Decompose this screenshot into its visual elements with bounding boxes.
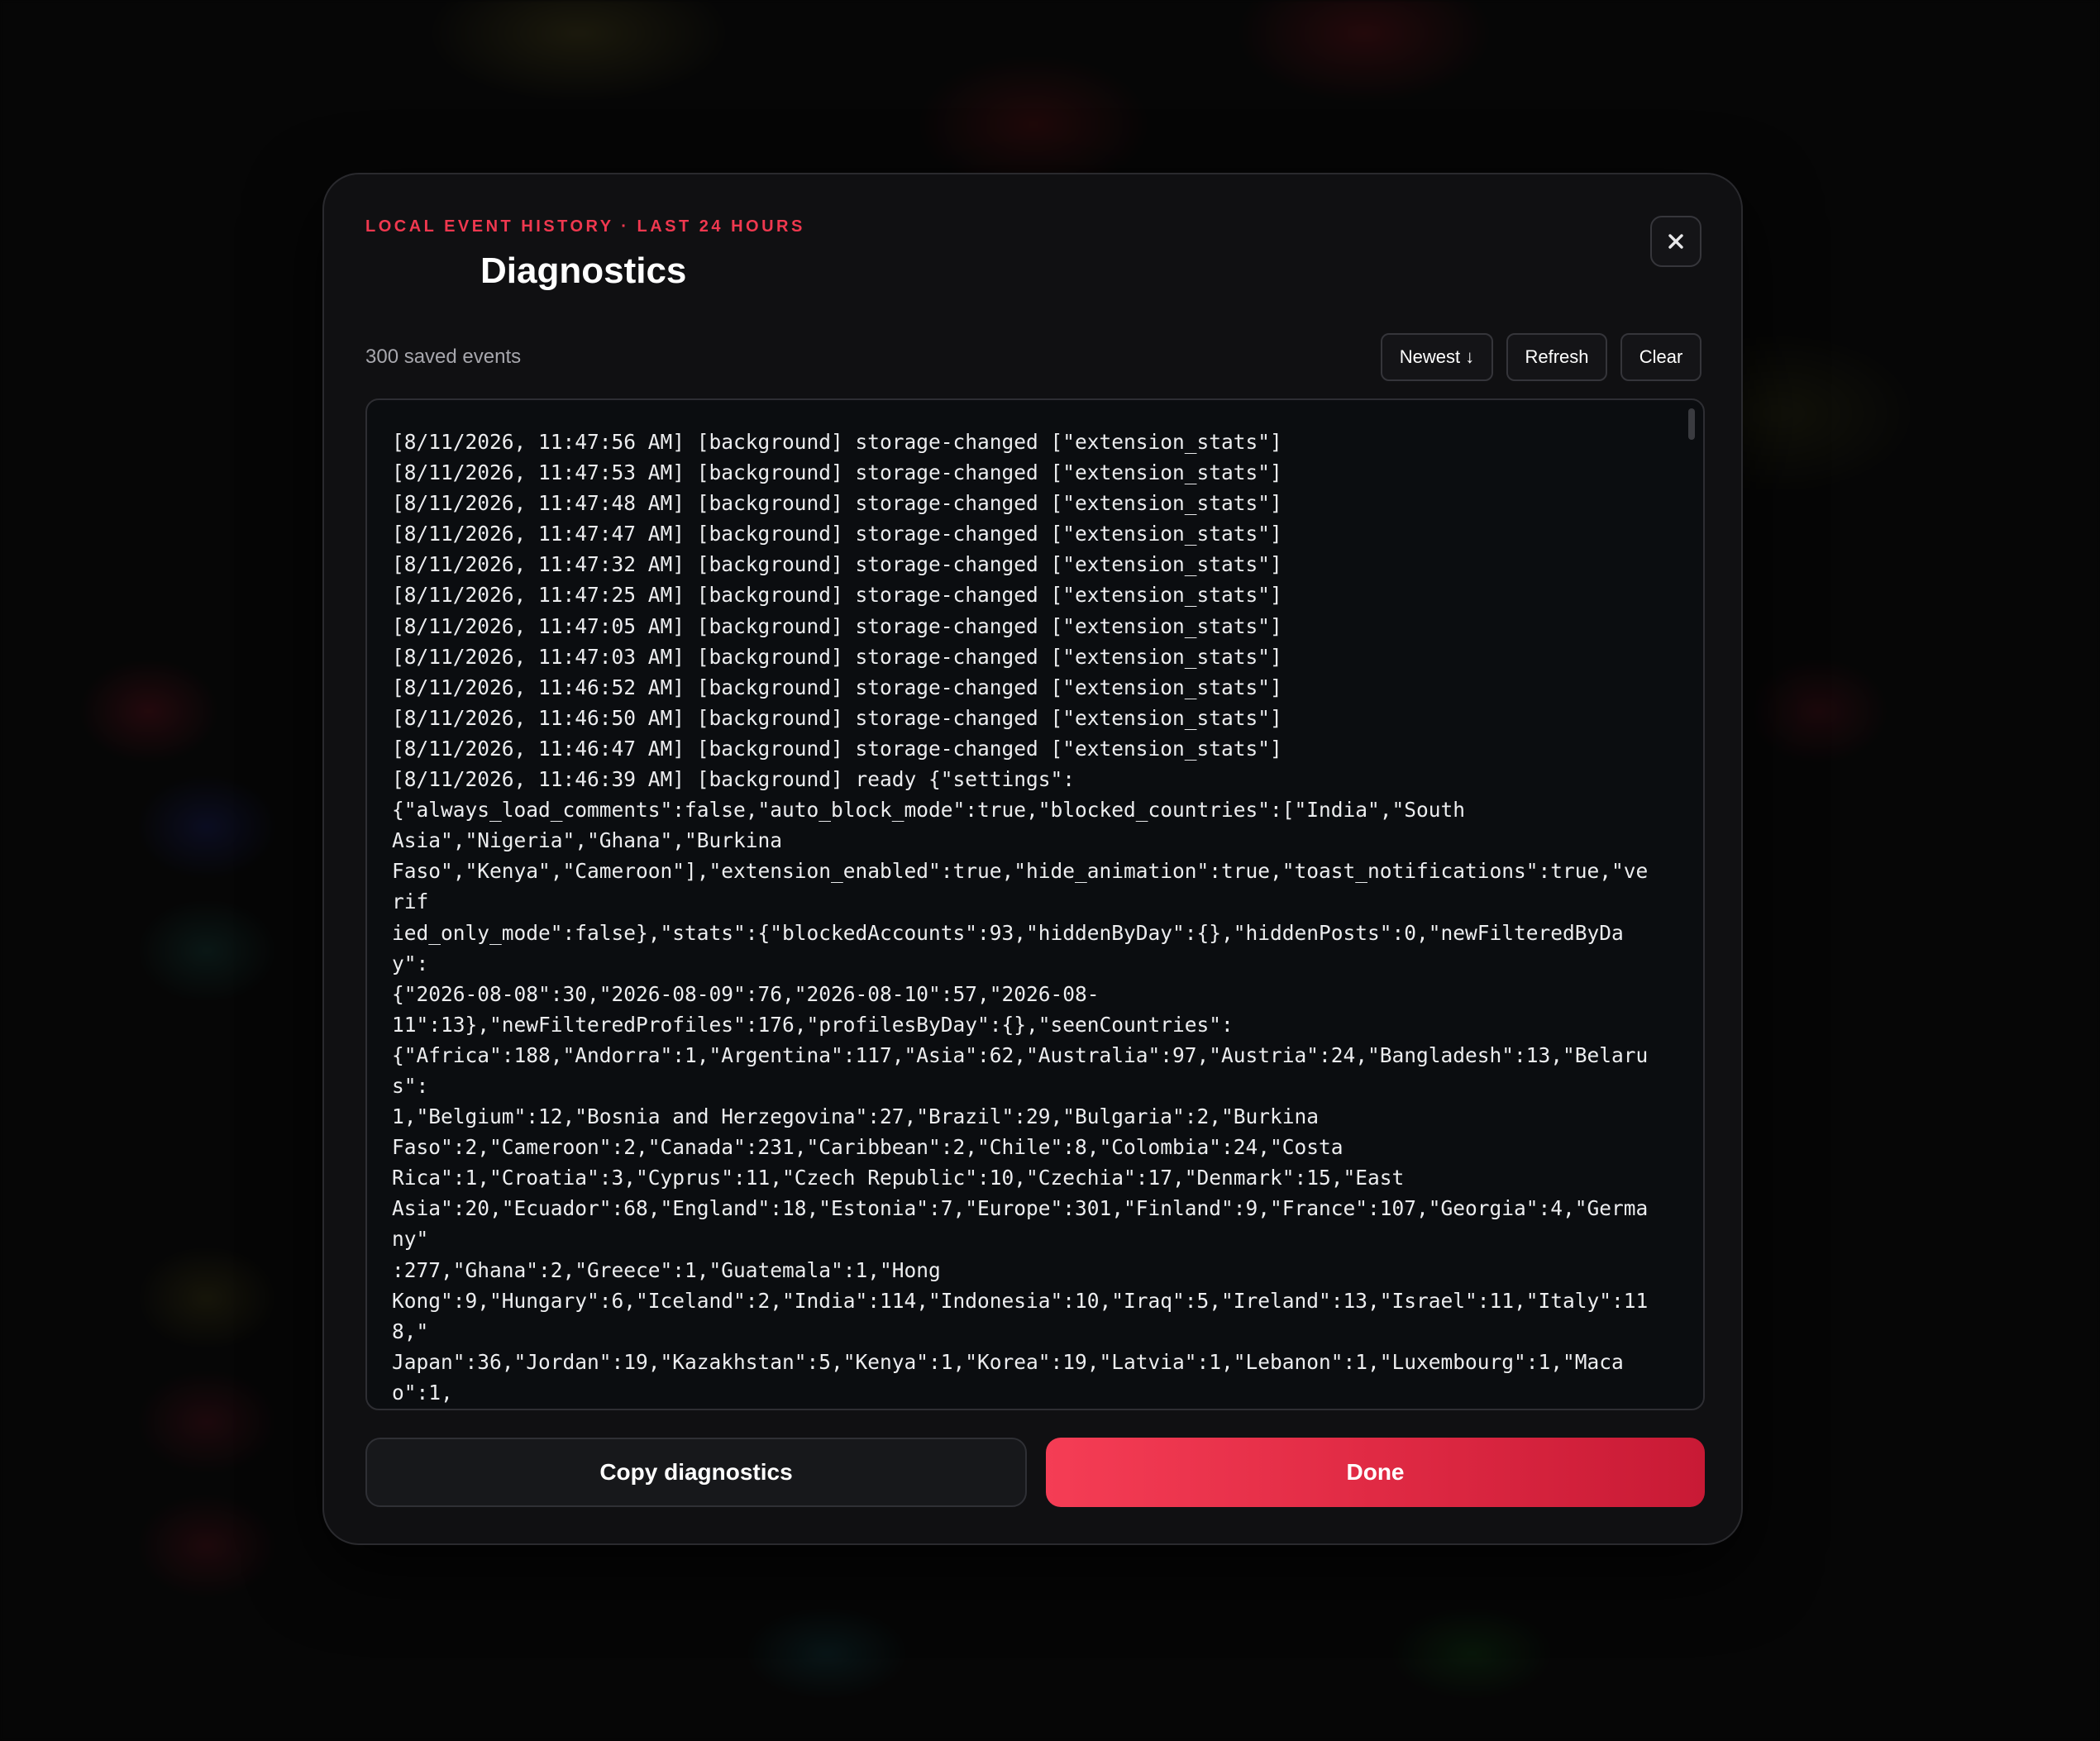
toolbar-buttons: Newest ↓ Refresh Clear xyxy=(1381,333,1701,381)
event-log-panel[interactable]: [8/11/2026, 11:47:56 AM] [background] st… xyxy=(365,398,1705,1410)
log-line: [8/11/2026, 11:47:47 AM] [background] st… xyxy=(392,522,1282,546)
log-line: [8/11/2026, 11:47:05 AM] [background] st… xyxy=(392,613,1282,638)
log-line: [8/11/2026, 11:47:56 AM] [background] st… xyxy=(392,430,1282,454)
log-line: Asia":20,"Ecuador":68,"England":18,"Esto… xyxy=(392,1196,1649,1252)
log-line: [8/11/2026, 11:47:25 AM] [background] st… xyxy=(392,583,1282,608)
diagnostics-dialog: LOCAL EVENT HISTORY · LAST 24 HOURS Diag… xyxy=(322,173,1743,1545)
log-line: {"2026-08-08":30,"2026-08-09":76,"2026-0… xyxy=(392,981,1100,1006)
log-line: [8/11/2026, 11:46:50 AM] [background] st… xyxy=(392,705,1282,730)
log-line: ied_only_mode":false},"stats":{"blockedA… xyxy=(392,920,1624,975)
clear-button[interactable]: Clear xyxy=(1620,333,1701,381)
log-line: :277,"Ghana":2,"Greece":1,"Guatemala":1,… xyxy=(392,1257,941,1282)
dialog-title: Diagnostics xyxy=(480,250,687,291)
log-line: [8/11/2026, 11:47:03 AM] [background] st… xyxy=(392,644,1282,669)
saved-events-count: 300 saved events xyxy=(365,346,522,368)
copy-diagnostics-button[interactable]: Copy diagnostics xyxy=(365,1438,1027,1507)
event-log-text: [8/11/2026, 11:47:56 AM] [background] st… xyxy=(392,427,1649,1409)
log-toolbar: 300 saved events Newest ↓ Refresh Clear xyxy=(365,333,1701,381)
log-line: 1,"Belgium":12,"Bosnia and Herzegovina":… xyxy=(392,1104,1320,1129)
log-scrollbar[interactable] xyxy=(1688,403,1700,1407)
log-line: Kong":9,"Hungary":6,"Iceland":2,"India":… xyxy=(392,1288,1649,1343)
log-line: Faso","Kenya","Cameroon"],"extension_ena… xyxy=(392,859,1649,914)
log-line: Faso":2,"Cameroon":2,"Canada":231,"Carib… xyxy=(392,1135,1344,1160)
done-button[interactable]: Done xyxy=(1046,1438,1705,1507)
sort-newest-button[interactable]: Newest ↓ xyxy=(1381,333,1493,381)
log-scrollbar-thumb[interactable] xyxy=(1688,408,1695,440)
log-line: [8/11/2026, 11:47:32 AM] [background] st… xyxy=(392,552,1282,577)
log-line: {"Africa":188,"Andorra":1,"Argentina":11… xyxy=(392,1042,1649,1098)
log-line: Rica":1,"Croatia":3,"Cyprus":11,"Czech R… xyxy=(392,1166,1405,1190)
log-line: Asia","Nigeria","Ghana","Burkina xyxy=(392,828,783,853)
dialog-eyebrow: LOCAL EVENT HISTORY · LAST 24 HOURS xyxy=(365,217,805,236)
log-line: [8/11/2026, 11:46:52 AM] [background] st… xyxy=(392,675,1282,699)
log-line: [8/11/2026, 11:46:39 AM] [background] re… xyxy=(392,767,1076,792)
close-icon xyxy=(1668,234,1683,249)
refresh-button[interactable]: Refresh xyxy=(1506,333,1607,381)
log-line: [8/11/2026, 11:46:47 AM] [background] st… xyxy=(392,736,1282,761)
log-line: [8/11/2026, 11:47:53 AM] [background] st… xyxy=(392,460,1282,485)
log-line: "Macedonia":7,"Malaysia":30,"Mauritius":… xyxy=(392,1408,1649,1409)
log-line: Japan":36,"Jordan":19,"Kazakhstan":5,"Ke… xyxy=(392,1349,1624,1405)
log-line: [8/11/2026, 11:47:48 AM] [background] st… xyxy=(392,491,1282,516)
close-button[interactable] xyxy=(1650,216,1701,267)
log-line: {"always_load_comments":false,"auto_bloc… xyxy=(392,798,1466,823)
log-line: 11":13},"newFilteredProfiles":176,"profi… xyxy=(392,1012,1234,1037)
